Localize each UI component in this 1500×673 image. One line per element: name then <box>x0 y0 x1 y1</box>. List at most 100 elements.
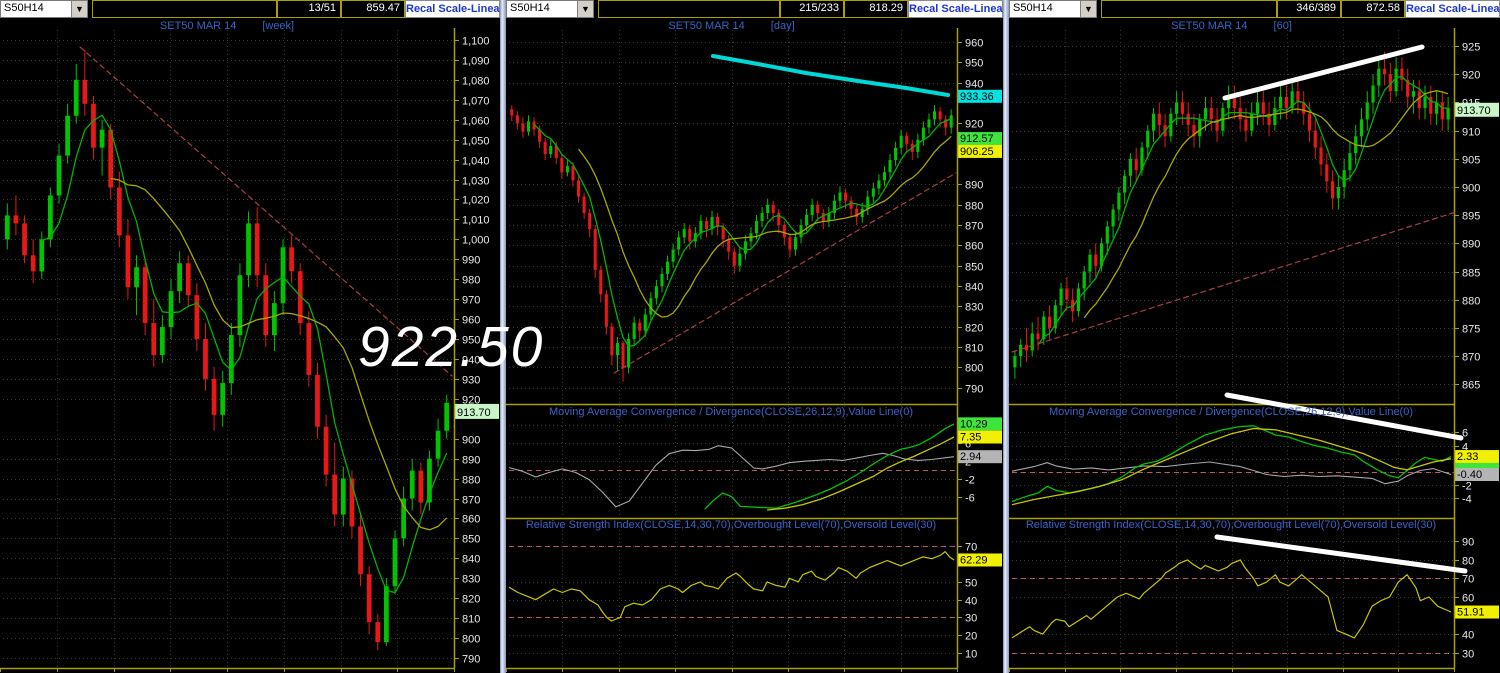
symbol-dropdown[interactable]: S50H14 ▼ <box>1009 0 1097 18</box>
symbol-value: S50H14 <box>1013 2 1053 14</box>
svg-text:900: 900 <box>462 435 480 447</box>
chevron-down-icon[interactable]: ▼ <box>577 1 593 17</box>
recal-scale-button[interactable]: Recal Scale-Linear <box>405 0 504 18</box>
bar-count-field: 346/389 <box>1277 0 1341 18</box>
chart-timeframe: [day] <box>770 20 795 32</box>
price-field: 818.29 <box>844 0 908 18</box>
svg-text:913.70: 913.70 <box>1457 105 1491 117</box>
svg-text:30: 30 <box>965 613 977 625</box>
svg-text:840: 840 <box>965 282 983 294</box>
svg-text:-6: -6 <box>965 493 975 505</box>
trading-workspace: { "icons": {"chevron_down": "▼"}, "overl… <box>0 0 1500 673</box>
svg-text:2.33: 2.33 <box>1457 451 1478 463</box>
svg-text:80: 80 <box>1462 556 1474 568</box>
recal-scale-button[interactable]: Recal Scale-Linear <box>1405 0 1500 18</box>
chart-title-weekly: SET50 MAR 14 [week] <box>0 20 454 32</box>
svg-text:790: 790 <box>462 654 480 666</box>
svg-text:912.57: 912.57 <box>960 133 994 145</box>
macd-title-daily: Moving Average Convergence / Divergence(… <box>548 406 914 418</box>
svg-text:910: 910 <box>1462 127 1480 139</box>
svg-text:1,070: 1,070 <box>462 96 490 108</box>
chart-title-60min: SET50 MAR 14 [60] <box>1009 20 1454 32</box>
toolbar-spacer-field <box>1101 0 1277 18</box>
svg-text:20: 20 <box>965 631 977 643</box>
toolbar-spacer-field <box>92 0 277 18</box>
chart-title-daily: SET50 MAR 14 [day] <box>506 20 957 32</box>
svg-text:840: 840 <box>462 554 480 566</box>
svg-text:820: 820 <box>462 594 480 606</box>
svg-text:990: 990 <box>462 255 480 267</box>
svg-text:940: 940 <box>965 79 983 91</box>
svg-text:10.29: 10.29 <box>960 418 988 430</box>
svg-text:980: 980 <box>462 275 480 287</box>
chart-symbol: SET50 MAR 14 <box>668 20 745 32</box>
svg-text:50: 50 <box>965 578 977 590</box>
svg-text:1,020: 1,020 <box>462 195 490 207</box>
svg-text:880: 880 <box>965 201 983 213</box>
svg-text:850: 850 <box>462 534 480 546</box>
price-field: 872.58 <box>1341 0 1405 18</box>
svg-text:40: 40 <box>1462 630 1474 642</box>
svg-text:850: 850 <box>965 262 983 274</box>
svg-text:-4: -4 <box>1462 494 1472 506</box>
svg-text:-2: -2 <box>965 475 975 487</box>
recal-scale-button[interactable]: Recal Scale-Linear <box>908 0 1007 18</box>
svg-text:860: 860 <box>965 241 983 253</box>
svg-text:830: 830 <box>462 574 480 586</box>
svg-text:870: 870 <box>965 221 983 233</box>
svg-text:1,060: 1,060 <box>462 116 490 128</box>
svg-text:920: 920 <box>1462 70 1480 82</box>
svg-text:1,050: 1,050 <box>462 136 490 148</box>
svg-text:51.91: 51.91 <box>1457 607 1485 619</box>
svg-text:865: 865 <box>1462 380 1480 392</box>
svg-text:870: 870 <box>1462 352 1480 364</box>
svg-text:890: 890 <box>965 180 983 192</box>
svg-text:905: 905 <box>1462 155 1480 167</box>
svg-text:890: 890 <box>1462 239 1480 251</box>
daily-chart-canvas[interactable]: 960 950 940 920 890 880 870 860 850 840 830 820 810 8… <box>506 18 1003 673</box>
chevron-down-icon[interactable]: ▼ <box>1080 1 1096 17</box>
chart-symbol: SET50 MAR 14 <box>1171 20 1248 32</box>
svg-text:30: 30 <box>1462 649 1474 661</box>
svg-text:875: 875 <box>1462 324 1480 336</box>
svg-text:890: 890 <box>462 455 480 467</box>
svg-text:2.94: 2.94 <box>960 451 981 463</box>
symbol-dropdown[interactable]: S50H14 ▼ <box>506 0 594 18</box>
rsi-title-daily: Relative Strength Index(CLOSE,14,30,70),… <box>525 519 937 531</box>
svg-text:810: 810 <box>965 343 983 355</box>
svg-text:870: 870 <box>462 495 480 507</box>
price-field: 859.47 <box>341 0 405 18</box>
60min-chart-canvas[interactable]: 9259209159109059008958908858808758708659… <box>1009 18 1500 673</box>
svg-text:800: 800 <box>965 363 983 375</box>
symbol-value: S50H14 <box>510 2 550 14</box>
svg-text:960: 960 <box>965 38 983 50</box>
symbol-dropdown[interactable]: S50H14 ▼ <box>0 0 88 18</box>
svg-text:810: 810 <box>462 614 480 626</box>
svg-text:830: 830 <box>965 302 983 314</box>
svg-text:800: 800 <box>462 634 480 646</box>
svg-text:70: 70 <box>1462 574 1474 586</box>
svg-text:895: 895 <box>1462 211 1480 223</box>
svg-text:1,100: 1,100 <box>462 36 490 48</box>
svg-text:60: 60 <box>1462 593 1474 605</box>
svg-text:933.36: 933.36 <box>960 91 994 103</box>
svg-text:1,080: 1,080 <box>462 76 490 88</box>
toolbar-spacer-field <box>598 0 780 18</box>
chart-window-daily: S50H14 ▼ 215/233 818.29 Recal Scale-Line… <box>506 0 1007 673</box>
svg-text:-2: -2 <box>1462 481 1472 493</box>
svg-text:1,000: 1,000 <box>462 235 490 247</box>
svg-text:70: 70 <box>965 542 977 554</box>
svg-text:1,030: 1,030 <box>462 176 490 188</box>
svg-text:62.29: 62.29 <box>960 554 988 566</box>
svg-text:880: 880 <box>1462 296 1480 308</box>
toolbar-weekly: S50H14 ▼ 13/51 859.47 Recal Scale-Linear <box>0 0 504 18</box>
svg-text:10: 10 <box>965 649 977 661</box>
svg-text:970: 970 <box>462 295 480 307</box>
chart-timeframe: [60] <box>1273 20 1292 32</box>
svg-text:860: 860 <box>462 514 480 526</box>
svg-text:40: 40 <box>965 596 977 608</box>
toolbar-60min: S50H14 ▼ 346/389 872.58 Recal Scale-Line… <box>1009 0 1500 18</box>
chevron-down-icon[interactable]: ▼ <box>71 1 87 17</box>
window-separator[interactable] <box>1003 0 1009 673</box>
svg-text:-0.40: -0.40 <box>1457 469 1482 481</box>
